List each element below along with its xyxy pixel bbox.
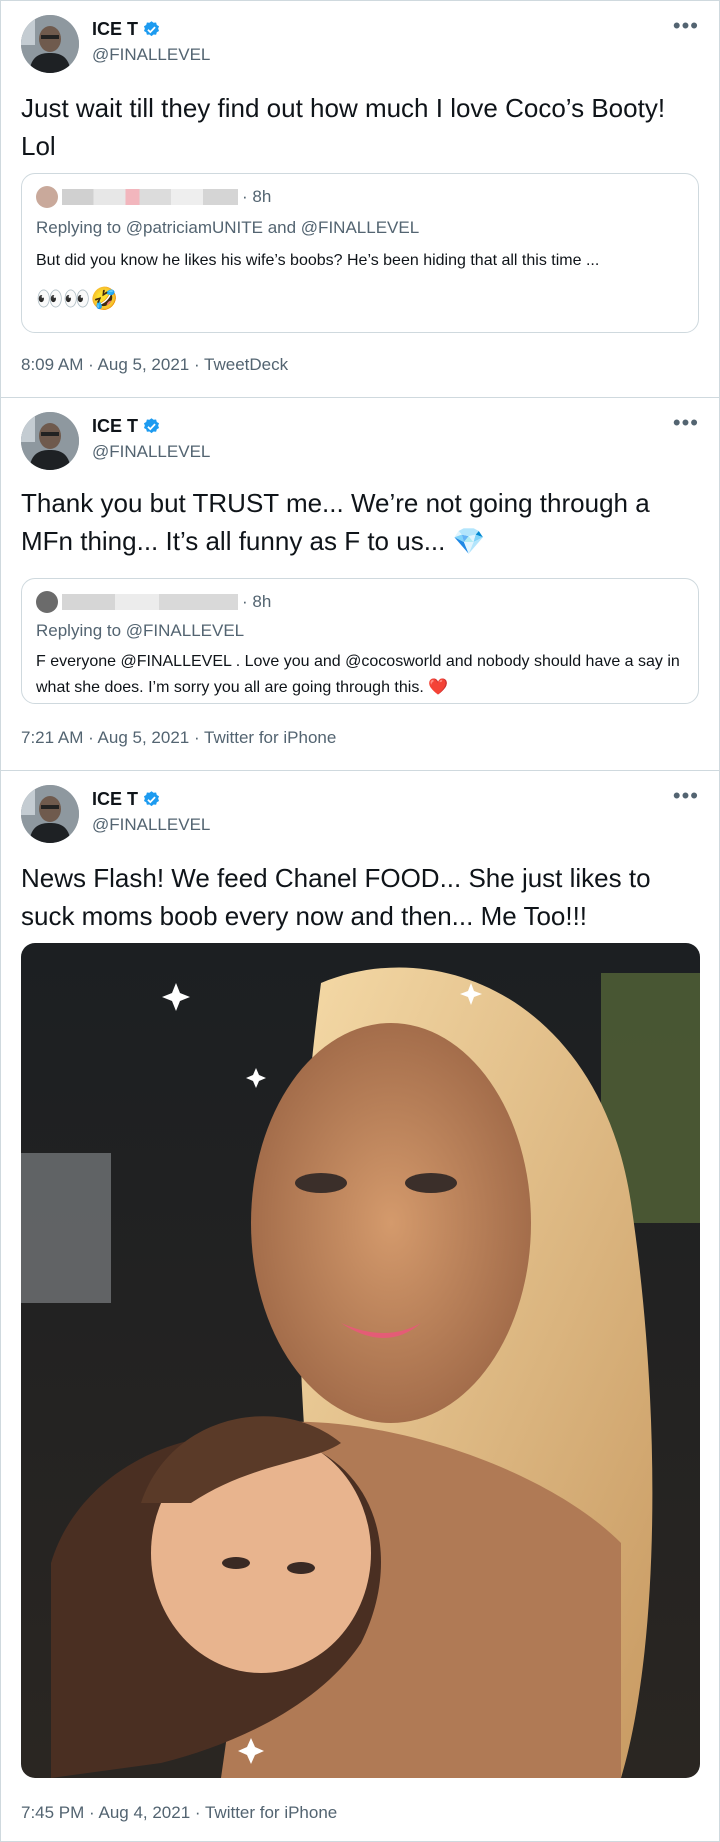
author-name-text: ICE T <box>92 19 139 39</box>
tweet-3[interactable]: ICE T @FINALLEVEL ••• News Flash! We fee… <box>0 770 720 1842</box>
tweet-text: Thank you but TRUST me... We’re not goin… <box>21 488 650 556</box>
tweet-2[interactable]: ICE T @FINALLEVEL ••• Thank you but TRUS… <box>0 397 720 770</box>
author-name[interactable]: ICE T <box>92 789 161 810</box>
more-horizontal-icon[interactable]: ••• <box>673 785 699 807</box>
photo-image <box>21 943 700 1778</box>
quote-header: · 8h <box>36 186 271 208</box>
avatar-image <box>21 412 79 470</box>
quote-avatar <box>36 186 58 208</box>
quote-body: But did you know he likes his wife’s boo… <box>36 252 600 269</box>
replying-to[interactable]: Replying to @patriciamUNITE and @FINALLE… <box>36 218 419 238</box>
author-name[interactable]: ICE T <box>92 416 161 437</box>
quoted-reply[interactable]: · 8h Replying to @FINALLEVEL F everyone … <box>21 578 699 704</box>
tweet-1[interactable]: ICE T @FINALLEVEL ••• Just wait till the… <box>0 0 720 397</box>
quote-time: · 8h <box>242 187 272 206</box>
author-handle[interactable]: @FINALLEVEL <box>92 815 210 835</box>
tweet-timestamp[interactable]: 7:45 PM · Aug 4, 2021 · Twitter for iPho… <box>21 1803 337 1823</box>
author-handle[interactable]: @FINALLEVEL <box>92 45 210 65</box>
author-avatar[interactable] <box>21 15 79 73</box>
quote-avatar <box>36 591 58 613</box>
quote-time: · 8h <box>242 592 272 611</box>
avatar-image <box>21 15 79 73</box>
quote-emojis: 👀👀🤣 <box>36 286 119 311</box>
verified-badge-icon <box>143 418 160 434</box>
verified-badge-icon <box>143 791 160 807</box>
author-avatar[interactable] <box>21 412 79 470</box>
author-name-text: ICE T <box>92 416 139 436</box>
tweet-timestamp[interactable]: 8:09 AM · Aug 5, 2021 · TweetDeck <box>21 355 288 375</box>
avatar-image <box>21 785 79 843</box>
tweet-photo[interactable] <box>21 943 700 1778</box>
tweet-text: News Flash! We feed Chanel FOOD... She j… <box>21 863 651 931</box>
verified-badge-icon <box>143 21 160 37</box>
redacted-name <box>62 594 238 610</box>
author-avatar[interactable] <box>21 785 79 843</box>
author-handle[interactable]: @FINALLEVEL <box>92 442 210 462</box>
tweet-timestamp[interactable]: 7:21 AM · Aug 5, 2021 · Twitter for iPho… <box>21 728 336 748</box>
quoted-reply[interactable]: · 8h Replying to @patriciamUNITE and @FI… <box>21 173 699 333</box>
author-name[interactable]: ICE T <box>92 19 161 40</box>
more-horizontal-icon[interactable]: ••• <box>673 15 699 37</box>
more-horizontal-icon[interactable]: ••• <box>673 412 699 434</box>
redacted-name <box>62 189 238 205</box>
quote-body: F everyone @FINALLEVEL . Love you and @c… <box>36 653 680 696</box>
author-name-text: ICE T <box>92 789 139 809</box>
replying-to[interactable]: Replying to @FINALLEVEL <box>36 621 244 641</box>
tweet-text: Just wait till they find out how much I … <box>21 93 666 161</box>
quote-header: · 8h <box>36 591 271 613</box>
